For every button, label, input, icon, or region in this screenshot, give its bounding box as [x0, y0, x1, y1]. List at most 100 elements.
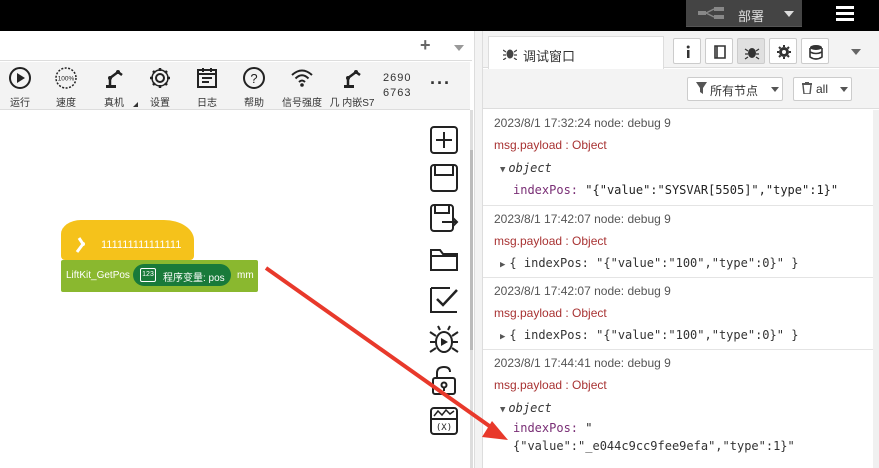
- object-label: object: [508, 401, 552, 415]
- block-toolbar: 运行 100% 速度 真机 设置 日志 ? 帮助 信号强度 几 内嵌S7 269…: [0, 62, 470, 110]
- gear-icon: [150, 68, 170, 88]
- hat-block[interactable]: 111111111111111: [61, 220, 194, 260]
- deploy-dropdown-caret-icon[interactable]: [784, 11, 794, 17]
- unit-label: mm: [237, 270, 254, 281]
- hamburger-menu-icon[interactable]: [836, 6, 854, 22]
- property-row: indexPos: "{"value":"SYSVAR[5505]","type…: [513, 183, 838, 197]
- clear-messages-dropdown[interactable]: all: [793, 77, 852, 101]
- clear-label: all: [816, 82, 829, 96]
- message-topic[interactable]: msg.payload : Object: [494, 378, 607, 392]
- toolbar-item-run[interactable]: 运行: [0, 66, 44, 109]
- program-variable-pill[interactable]: 123 程序变量: pos: [133, 264, 231, 286]
- log-icon: [197, 68, 217, 88]
- collapsed-object-toggle[interactable]: ▶{ indexPos: "{"value":"100","type":0}" …: [500, 256, 798, 270]
- object-toggle[interactable]: ▼ object: [500, 401, 552, 415]
- gear-icon: [777, 45, 791, 59]
- debug-message[interactable]: 2023/8/1 17:42:07 node: debug 9 msg.payl…: [483, 206, 873, 278]
- toolbar-item-label: 几 内嵌S7: [329, 98, 375, 109]
- wifi-icon: [291, 69, 313, 87]
- robot-arm-icon: [106, 70, 123, 88]
- more-options-icon[interactable]: ···: [430, 73, 451, 94]
- filter-icon: [696, 82, 707, 97]
- play-icon: [9, 67, 31, 89]
- toolbar-item-label: 真机: [104, 98, 124, 109]
- svg-text:?: ?: [250, 71, 257, 86]
- readout-line-1: 2690: [383, 72, 412, 84]
- top-header-bar: 部署: [0, 0, 879, 31]
- filter-nodes-label: 所有节点: [710, 84, 759, 98]
- toolbar-item-label: 设置: [150, 98, 170, 109]
- collapsed-object-toggle[interactable]: ▶{ indexPos: "{"value":"100","type":0}" …: [500, 328, 798, 342]
- deploy-label: 部署: [738, 9, 765, 24]
- workspace-tab-bar: +: [0, 31, 472, 61]
- help-icon: ?: [243, 67, 265, 89]
- variable-monitor-icon[interactable]: (X): [428, 405, 460, 437]
- toolbar-item-label: 速度: [56, 98, 76, 109]
- debug-sidebar: 调试窗口 所有节点 all 2023/8/1 17:32:24 node: de…: [483, 31, 879, 468]
- property-key: indexPos:: [513, 421, 579, 435]
- expanded-triangle-icon: ▼: [500, 165, 506, 175]
- folder-icon[interactable]: [428, 243, 460, 275]
- info-tab-button[interactable]: [673, 38, 701, 64]
- object-toggle[interactable]: ▼ object: [500, 161, 552, 175]
- message-topic[interactable]: msg.payload : Object: [494, 306, 607, 320]
- toolbar-item-help[interactable]: ? 帮助: [230, 66, 278, 109]
- toolbar-item-embedded[interactable]: 几 内嵌S7: [326, 66, 378, 109]
- block-name: LiftKit_GetPos: [66, 270, 130, 281]
- debug-tab-button[interactable]: [737, 38, 765, 64]
- toolbar-item-log[interactable]: 日志: [183, 66, 231, 109]
- message-meta: 2023/8/1 17:42:07 node: debug 9: [494, 284, 671, 298]
- speed-gauge-text: 100%: [58, 76, 75, 83]
- message-topic[interactable]: msg.payload : Object: [494, 234, 607, 248]
- workspace-scrollbar-thumb[interactable]: [470, 150, 473, 350]
- debug-filter-bar: 所有节点 all: [483, 69, 879, 109]
- liftkit-getpos-block[interactable]: LiftKit_GetPos 123 程序变量: pos mm: [61, 260, 258, 292]
- panel-resize-divider[interactable]: [474, 31, 483, 468]
- property-key: indexPos:: [513, 183, 579, 197]
- svg-text:(X): (X): [436, 423, 452, 433]
- toolbar-item-settings[interactable]: 设置: [136, 66, 184, 109]
- unlock-icon[interactable]: [428, 364, 460, 396]
- toolbar-item-speed[interactable]: 100% 速度: [42, 66, 90, 109]
- number-variable-icon: 123: [140, 268, 156, 282]
- export-icon[interactable]: [428, 202, 460, 234]
- book-icon: [714, 45, 726, 59]
- expanded-triangle-icon: ▼: [500, 405, 506, 415]
- robot-arm-icon: [344, 70, 361, 88]
- help-book-tab-button[interactable]: [705, 38, 733, 64]
- database-icon: [809, 45, 823, 60]
- property-value-line-1: ": [585, 421, 593, 435]
- debug-message[interactable]: 2023/8/1 17:32:24 node: debug 9 msg.payl…: [483, 110, 873, 206]
- filter-nodes-dropdown[interactable]: 所有节点: [687, 77, 783, 101]
- message-topic[interactable]: msg.payload : Object: [494, 138, 607, 152]
- debug-message-list[interactable]: 2023/8/1 17:32:24 node: debug 9 msg.payl…: [483, 110, 879, 468]
- bug-icon: [744, 48, 760, 60]
- toolbar-item-real-machine[interactable]: 真机: [90, 66, 138, 109]
- deploy-button[interactable]: 部署: [686, 0, 802, 27]
- context-data-tab-button[interactable]: [801, 38, 829, 64]
- save-icon[interactable]: [428, 162, 460, 194]
- debug-list-scrollbar[interactable]: [873, 110, 879, 468]
- readout-line-2: 6763: [383, 87, 412, 99]
- property-row: indexPos: ": [513, 421, 593, 435]
- info-icon: [686, 45, 690, 58]
- tab-debug[interactable]: 调试窗口: [488, 36, 664, 69]
- debug-bug-icon[interactable]: [428, 324, 460, 356]
- toolbar-item-label: 运行: [10, 98, 30, 109]
- debug-message[interactable]: 2023/8/1 17:42:07 node: debug 9 msg.payl…: [483, 278, 873, 350]
- property-value: "{"value":"SYSVAR[5505]","type":1}": [585, 183, 839, 197]
- toolbar-item-signal-strength[interactable]: 信号强度: [278, 66, 326, 109]
- add-tab-icon[interactable]: +: [420, 36, 431, 54]
- sidebar-more-caret-icon[interactable]: [851, 49, 861, 55]
- config-tab-button[interactable]: [769, 38, 797, 64]
- zoom-in-icon[interactable]: [428, 124, 460, 156]
- deploy-icon: [696, 5, 728, 24]
- tab-list-caret-icon[interactable]: [454, 45, 464, 51]
- robot-arm-icon: [73, 234, 97, 257]
- debug-message[interactable]: 2023/8/1 17:44:41 node: debug 9 msg.payl…: [483, 350, 873, 468]
- message-meta: 2023/8/1 17:42:07 node: debug 9: [494, 212, 671, 226]
- check-list-icon[interactable]: [428, 283, 460, 315]
- chevron-down-icon: [771, 87, 779, 92]
- bug-icon: [502, 46, 518, 63]
- object-label: object: [508, 161, 552, 175]
